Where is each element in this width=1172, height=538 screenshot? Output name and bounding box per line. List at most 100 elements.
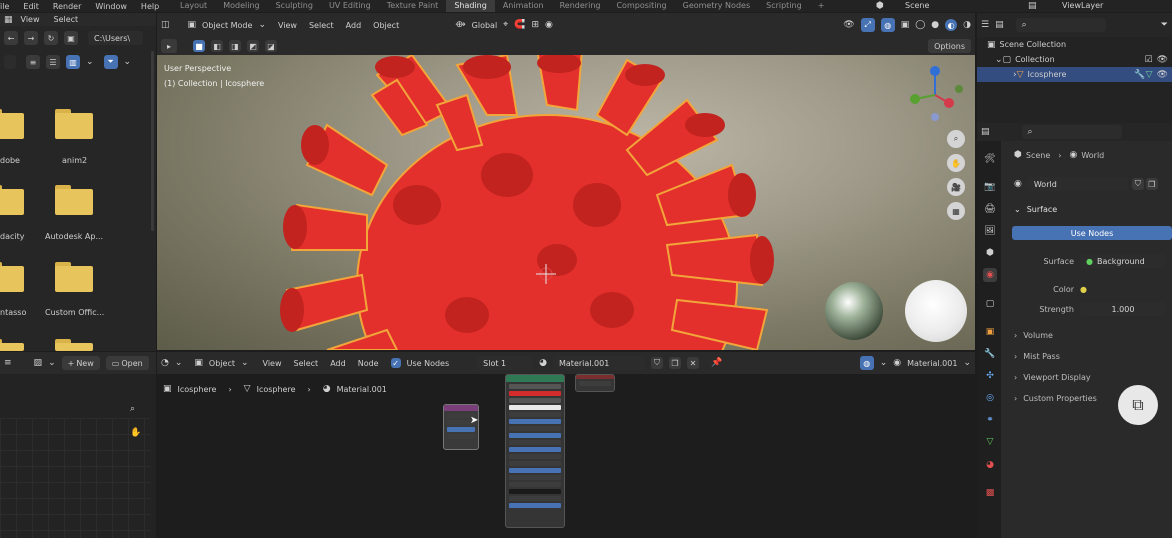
transform-orientation-dropdown[interactable]: Global [472,21,498,30]
overlay-toggle-icon[interactable]: ◍ [880,18,895,32]
editor-type-icon[interactable]: ◔ [161,358,169,368]
zoom-icon[interactable]: ⌕ [947,130,965,148]
tab-scripting[interactable]: Scripting [758,0,810,12]
image-icon[interactable]: ▨ [34,358,43,368]
filter-dropdown-icon[interactable]: ⌄ [124,57,132,67]
menu-lines-icon[interactable]: ≡ [4,358,12,368]
ne-menu-add[interactable]: Add [330,359,346,368]
tab-sculpting[interactable]: Sculpting [268,0,321,12]
editor-type-icon[interactable]: ◫ [161,20,170,30]
vp-menu-object[interactable]: Object [373,21,399,30]
overlay-toggle-icon[interactable]: ◍ [859,356,874,370]
material-output-node[interactable] [575,374,615,392]
use-nodes-button[interactable]: Use Nodes [1012,226,1172,240]
vp-menu-add[interactable]: Add [346,21,362,30]
menu-window[interactable]: Window [95,2,127,11]
scene-name[interactable]: Scene [905,1,929,10]
modifier-tab-icon[interactable]: 🔧 [983,347,997,361]
data-tab-icon[interactable]: ▽ [983,435,997,449]
new-folder-icon[interactable]: ▣ [64,31,78,45]
pin-icon[interactable]: 📌 [711,358,722,368]
zoom-icon[interactable]: ⌕ [130,404,135,414]
display-mode-icon[interactable]: ▤ [995,20,1004,30]
folder-icon[interactable] [55,185,93,215]
tab-layout[interactable]: Layout [172,0,215,12]
horizontal-list-icon[interactable]: ☰ [46,55,60,69]
shader-node-editor[interactable]: ◔ ⌄ ▣ Object ⌄ View Select Add Node ✓ Us… [157,352,975,538]
filename-field[interactable] [4,55,16,69]
vp-menu-select[interactable]: Select [309,21,334,30]
picture-in-picture-icon[interactable]: ⧉ [1118,385,1158,425]
principled-bsdf-node[interactable] [505,374,565,528]
use-nodes-checkbox[interactable]: ✓ [390,358,401,368]
xray-icon[interactable]: ▣ [901,20,910,30]
slot-dropdown[interactable]: Slot 1 [477,356,534,370]
collection-tab-icon[interactable]: ▢ [983,297,997,311]
checkbox-icon[interactable]: ☑ [1144,55,1152,65]
tab-rendering[interactable]: Rendering [552,0,609,12]
forward-icon[interactable]: → [24,31,38,45]
use-nodes-toggle-label[interactable]: Use Nodes [407,359,450,368]
camera-view-icon[interactable]: 🎥 [947,178,965,196]
world-icon[interactable]: ◉ [1014,179,1022,189]
editor-type-icon[interactable]: ▦ [4,15,13,25]
editor-type-icon[interactable]: ▤ [981,127,990,137]
thumbnail-icon[interactable]: ▥ [66,55,80,69]
scrollbar[interactable] [151,51,154,231]
gizmo-toggle-icon[interactable]: ⤢ [860,18,875,32]
duplicate-icon[interactable]: ❐ [1145,178,1158,190]
editor-type-icon[interactable]: ☰ [981,20,989,30]
mist-pass-panel-header[interactable]: › Mist Pass [1004,346,1172,366]
ne-menu-node[interactable]: Node [358,359,379,368]
eye-icon[interactable]: 👁 [1157,70,1168,80]
add-workspace-icon[interactable]: + [810,0,833,12]
vertical-list-icon[interactable]: ≡ [26,55,40,69]
collection-label[interactable]: Collection [1015,55,1055,64]
menu-edit[interactable]: Edit [23,2,39,11]
world-tab-icon[interactable]: ◉ [983,268,997,282]
duplicate-icon[interactable]: ❐ [669,357,681,369]
menu-help[interactable]: Help [141,2,159,11]
proportional-edit-icon[interactable]: ◉ [545,20,553,30]
tab-geometry-nodes[interactable]: Geometry Nodes [675,0,758,12]
material-icon[interactable]: ◕ [539,358,547,368]
tab-shading[interactable]: Shading [446,0,495,12]
shader-type-dropdown[interactable]: Object [209,359,235,368]
outliner-row-icosphere[interactable]: › ▽ Icosphere 🔧 ▽ 👁 [977,67,1172,82]
scene-tab-icon[interactable]: ⬢ [983,246,997,260]
unlink-icon[interactable]: ✕ [687,357,699,369]
mode-dropdown[interactable]: Object Mode [202,21,252,30]
vp-menu-view[interactable]: View [278,21,297,30]
path-field[interactable]: C:\Users\ [88,31,143,45]
strength-field[interactable]: 1.000 [1080,302,1166,316]
tab-modeling[interactable]: Modeling [215,0,267,12]
snap-icon[interactable]: 🧲 [514,20,525,30]
material-shading-icon[interactable]: ◐ [945,19,958,31]
menu-render[interactable]: Render [53,2,81,11]
tab-animation[interactable]: Animation [495,0,552,12]
display-dropdown-icon[interactable]: ⌄ [86,57,94,67]
parent-dir-icon[interactable]: ← [4,31,18,45]
pan-hand-icon[interactable]: ✋ [947,154,965,172]
world-name-field[interactable]: World [1027,177,1128,191]
material-preview-icon[interactable]: ◉ [893,358,901,368]
particles-tab-icon[interactable]: ✣ [983,369,997,383]
material-name-field[interactable]: Material.001 [553,356,645,370]
expand-arrow-icon[interactable]: ⌄ [995,55,1003,65]
scene-collection-label[interactable]: Scene Collection [1000,40,1067,49]
folder-icon[interactable] [0,185,24,215]
visibility-icon[interactable]: 👁 [843,20,854,30]
view-layer-tab-icon[interactable]: 🖼 [983,224,997,238]
fb-menu-view[interactable]: View [21,15,40,24]
properties-search-input[interactable]: ⌕ [1021,125,1122,139]
material-tab-icon[interactable]: ◕ [983,458,997,472]
surface-shader-field[interactable]: ● Background [1080,254,1166,268]
physics-tab-icon[interactable]: ◎ [983,391,997,405]
select-box-extend-icon[interactable]: ◧ [211,40,223,52]
select-box-subtract-icon[interactable]: ◨ [229,40,241,52]
solid-shading-icon[interactable]: ● [931,20,939,30]
folder-icon[interactable] [0,109,24,139]
outliner-search-input[interactable]: ⌕ [1015,18,1106,32]
constraints-tab-icon[interactable]: ⚭ [983,413,997,427]
rendered-shading-icon[interactable]: ◑ [963,20,971,30]
